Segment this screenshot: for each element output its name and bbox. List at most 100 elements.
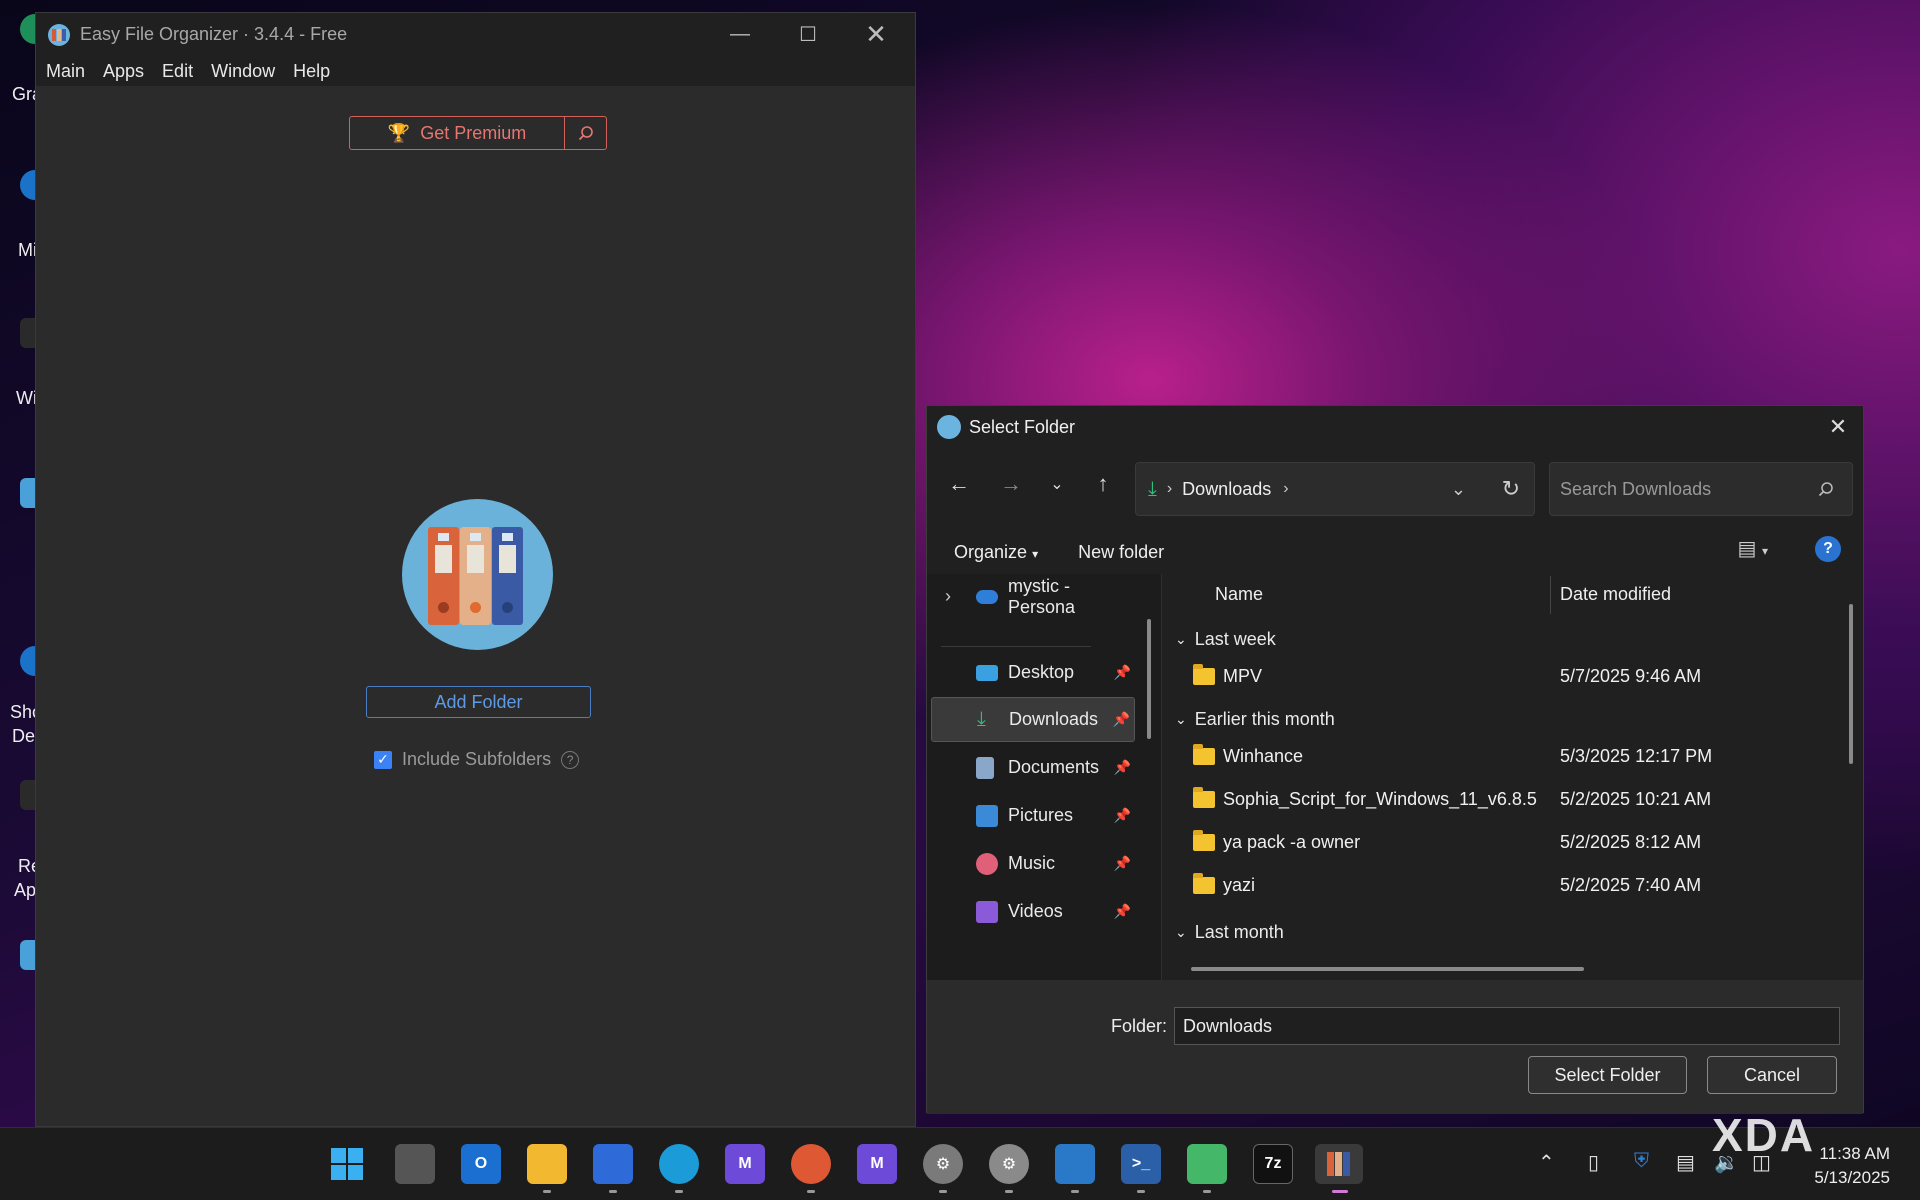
group-header[interactable]: ⌄ Last month [1175,922,1284,943]
terminal-icon[interactable]: >_ [1121,1144,1161,1184]
proton-mail-icon-2[interactable]: M [857,1144,897,1184]
column-divider[interactable] [1550,576,1551,614]
back-arrow-icon[interactable]: ← [943,468,975,500]
edge-icon[interactable] [659,1144,699,1184]
duckduckgo-icon[interactable] [791,1144,831,1184]
menu-help[interactable]: Help [293,61,330,82]
pin-icon[interactable]: 📌 [1114,903,1131,920]
help-icon[interactable]: ? [561,750,580,769]
trophy-icon: 🏆 [387,122,411,143]
folder-input[interactable]: Downloads [1174,1007,1840,1045]
cancel-button[interactable]: Cancel [1707,1056,1837,1094]
file-explorer-icon[interactable] [527,1144,567,1184]
close-icon[interactable]: ✕ [842,13,910,56]
file-list: Name Date modified ⌄ Last week MPV 5/7/202… [1163,574,1863,980]
videos-icon [976,900,998,923]
list-item[interactable]: MPV 5/7/2025 9:46 AM [1163,656,1853,696]
group-header[interactable]: ⌄ Earlier this month [1175,709,1335,730]
menu-main[interactable]: Main [46,61,85,82]
task-view-icon[interactable] [395,1144,435,1184]
nav-item-music[interactable]: Music 📌 [931,841,1135,886]
up-arrow-icon[interactable]: ↑ [1087,468,1119,500]
item-name: ya pack -a owner [1223,831,1361,852]
nav-item-desktop[interactable]: Desktop 📌 [931,650,1135,695]
group-label: Last week [1194,629,1276,649]
start-icon[interactable] [327,1144,367,1184]
pin-icon[interactable]: 📌 [1113,711,1130,728]
proton-mail-icon[interactable]: M [725,1144,765,1184]
menu-bar: Main Apps Edit Window Help [36,56,915,86]
pinwheel-icon[interactable] [1187,1144,1227,1184]
view-options-icon[interactable]: ▤ ▾ [1738,536,1768,561]
settings-icon-2[interactable]: ⚙ [989,1144,1029,1184]
list-item[interactable]: yazi 5/2/2025 7:40 AM [1163,865,1853,905]
documents-icon [976,756,994,779]
nav-label: Videos [1008,901,1063,921]
organize-button[interactable]: Organize ▾ [954,542,1038,563]
clock-time: 11:38 AM [1819,1144,1890,1163]
search-button[interactable] [565,117,606,149]
nav-scrollbar[interactable] [1147,619,1151,739]
navigation-bar: ← → ⌄ ↑ ⤓ › Downloads › ⌄ ↻ Search Downl… [927,458,1863,516]
menu-apps[interactable]: Apps [103,61,144,82]
address-dropdown-icon[interactable]: ⌄ [1451,479,1466,500]
add-folder-button[interactable]: Add Folder [366,686,591,718]
dialog-titlebar[interactable]: Select Folder [927,406,1863,448]
security-shield-icon[interactable]: ⛨ [1634,1150,1649,1173]
search-input[interactable]: Search Downloads [1549,462,1853,516]
pin-icon[interactable]: 📌 [1114,664,1131,681]
horizontal-scrollbar[interactable] [1191,967,1584,971]
photos-icon[interactable] [1055,1144,1095,1184]
app-titlebar[interactable]: Easy File Organizer · 3.4.4 - Free — ☐ ✕ [36,13,915,56]
column-name[interactable]: Name [1215,584,1263,605]
nav-item-downloads[interactable]: ⤓ Downloads 📌 [931,697,1135,742]
select-folder-dialog: Select Folder ✕ ← → ⌄ ↑ ⤓ › Downloads › … [926,405,1864,1114]
store-icon[interactable] [593,1144,633,1184]
list-item[interactable]: ya pack -a owner 5/2/2025 8:12 AM [1163,822,1853,862]
maximize-icon[interactable]: ☐ [774,13,842,56]
address-bar[interactable]: ⤓ › Downloads › ⌄ ↻ [1135,462,1535,516]
app-window: Easy File Organizer · 3.4.4 - Free — ☐ ✕… [35,12,916,1127]
pin-icon[interactable]: 📌 [1114,855,1131,872]
running-indicator [543,1190,551,1193]
network-icon[interactable]: ▤ [1676,1150,1695,1175]
group-header[interactable]: ⌄ Last week [1175,629,1276,650]
pin-icon[interactable]: 📌 [1114,759,1131,776]
forward-arrow-icon[interactable]: → [995,468,1027,500]
show-hidden-icons-icon[interactable]: ⌃ [1538,1150,1555,1175]
nav-label: Pictures [1008,805,1074,825]
list-item[interactable]: Sophia_Script_for_Windows_11_v6.8.5 5/2/2… [1163,779,1853,819]
usb-icon[interactable]: ▯ [1588,1150,1599,1175]
menu-edit[interactable]: Edit [162,61,193,82]
active-indicator [1332,1190,1348,1193]
refresh-icon[interactable]: ↻ [1502,476,1520,502]
breadcrumb-downloads[interactable]: Downloads [1182,479,1271,500]
minimize-icon[interactable]: — [706,13,774,56]
folder-icon [1193,872,1215,894]
7zip-icon[interactable]: 7z [1253,1144,1293,1184]
list-item[interactable]: Winhance 5/3/2025 12:17 PM [1163,736,1853,776]
outlook-icon[interactable]: O [461,1144,501,1184]
get-premium-button[interactable]: 🏆 Get Premium [350,117,565,149]
nav-label: Desktop [1008,662,1075,682]
clock[interactable]: 11:38 AM 5/13/2025 [1814,1142,1890,1190]
include-subfolders-checkbox[interactable]: ✓ [374,750,392,769]
vertical-scrollbar[interactable] [1849,604,1853,764]
easy-file-organizer-taskbar-icon[interactable] [1315,1144,1363,1184]
help-icon[interactable]: ? [1815,536,1841,562]
column-date-modified[interactable]: Date modified [1560,584,1671,605]
recent-chevron-icon[interactable]: ⌄ [1041,468,1073,500]
nav-item-documents[interactable]: Documents 📌 [931,745,1135,790]
navigation-pane: › mystic - Persona Desktop 📌 ⤓ Downloads… [927,574,1162,980]
nav-item-onedrive[interactable]: › mystic - Persona [931,574,1135,619]
dialog-footer: Folder: Downloads Select Folder Cancel [927,980,1863,1114]
select-folder-button[interactable]: Select Folder [1528,1056,1687,1094]
nav-item-pictures[interactable]: Pictures 📌 [931,793,1135,838]
new-folder-button[interactable]: New folder [1078,542,1164,563]
folder-icon [1193,743,1215,765]
dialog-close-icon[interactable]: ✕ [1823,412,1853,442]
menu-window[interactable]: Window [211,61,275,82]
settings-icon[interactable]: ⚙ [923,1144,963,1184]
pin-icon[interactable]: 📌 [1114,807,1131,824]
nav-item-videos[interactable]: Videos 📌 [931,889,1135,934]
